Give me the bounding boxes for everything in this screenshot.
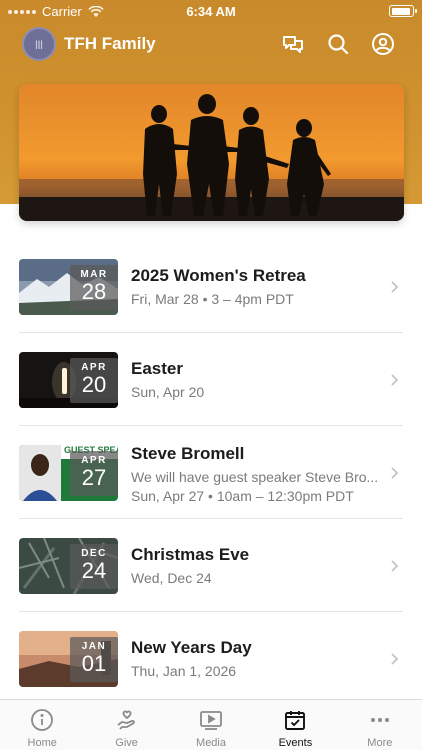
event-row-christmas-eve[interactable]: DEC 24 Christmas Eve Wed, Dec 24 <box>0 519 422 612</box>
bottom-tab-bar: Home Give Media Events More <box>0 699 422 750</box>
event-title: Easter <box>131 359 183 378</box>
event-title: Steve Bromell <box>131 444 245 463</box>
app-title: TFH Family <box>64 34 156 53</box>
hero-banner-image[interactable] <box>19 84 404 221</box>
ellipsis-icon <box>370 718 389 722</box>
user-circle-icon <box>372 33 394 55</box>
date-badge: APR 27 <box>70 451 118 496</box>
church-logo-avatar[interactable]: ||| <box>22 27 56 61</box>
event-thumbnail: JAN 01 <box>19 631 118 687</box>
event-row-steve-bromell[interactable]: GUEST SPEAKER APR 27 Steve Bromell We wi… <box>0 426 422 519</box>
event-thumbnail: DEC 24 <box>19 538 118 594</box>
tab-label: More <box>367 737 393 749</box>
chevron-right-icon <box>391 653 399 665</box>
tab-label: Give <box>115 737 138 749</box>
hand-heart-icon <box>117 710 135 730</box>
events-list: MAR 28 2025 Women's Retrea Fri, Mar 28 •… <box>0 240 422 705</box>
chevron-right-icon <box>391 374 399 386</box>
tab-media[interactable]: Media <box>169 700 253 750</box>
search-icon <box>328 34 349 55</box>
chevron-right-icon <box>391 467 399 479</box>
messages-button[interactable] <box>281 32 305 56</box>
play-icon <box>200 711 222 730</box>
event-datetime: Fri, Mar 28 • 3 – 4pm PDT <box>131 291 294 307</box>
tab-label: Home <box>27 737 57 749</box>
status-bar: Carrier 6:34 AM <box>0 0 422 22</box>
app-bar: ||| TFH Family <box>0 26 422 62</box>
chat-bubbles-icon <box>283 36 303 53</box>
chevron-right-icon <box>391 560 399 572</box>
event-row-easter[interactable]: APR 20 Easter Sun, Apr 20 <box>0 333 422 426</box>
event-title: 2025 Women's Retrea <box>131 266 306 285</box>
tab-events[interactable]: Events <box>253 700 337 750</box>
event-datetime: Wed, Dec 24 <box>131 570 212 586</box>
event-thumbnail: MAR 28 <box>19 259 118 315</box>
tab-label: Events <box>278 737 313 749</box>
profile-button[interactable] <box>371 32 395 56</box>
info-circle-icon <box>31 709 54 731</box>
event-thumbnail: GUEST SPEAKER APR 27 <box>19 445 118 501</box>
event-datetime: Sun, Apr 27 • 10am – 12:30pm PDT <box>131 488 354 504</box>
chevron-right-icon <box>391 281 399 293</box>
tab-label: Media <box>196 737 226 749</box>
status-time: 6:34 AM <box>186 4 236 19</box>
event-thumbnail: APR 20 <box>19 352 118 408</box>
event-datetime: Sun, Apr 20 <box>131 384 205 400</box>
date-badge: APR 20 <box>70 358 118 403</box>
tab-home[interactable]: Home <box>0 700 84 750</box>
event-title: New Years Day <box>131 638 252 657</box>
event-datetime: Thu, Jan 1, 2026 <box>131 663 237 679</box>
tab-more[interactable]: More <box>338 700 422 750</box>
date-badge: DEC 24 <box>70 544 118 589</box>
battery-icon <box>389 5 417 17</box>
calendar-check-icon <box>285 711 306 730</box>
tab-give[interactable]: Give <box>84 700 168 750</box>
event-row-womens-retreat[interactable]: MAR 28 2025 Women's Retrea Fri, Mar 28 •… <box>0 240 422 333</box>
search-button[interactable] <box>326 32 350 56</box>
date-badge: JAN 01 <box>70 637 118 682</box>
event-row-new-years-day[interactable]: JAN 01 New Years Day Thu, Jan 1, 2026 <box>0 612 422 705</box>
event-description: We will have guest speaker Steve Bro... <box>131 469 379 485</box>
date-badge: MAR 28 <box>70 265 118 310</box>
event-title: Christmas Eve <box>131 545 250 564</box>
